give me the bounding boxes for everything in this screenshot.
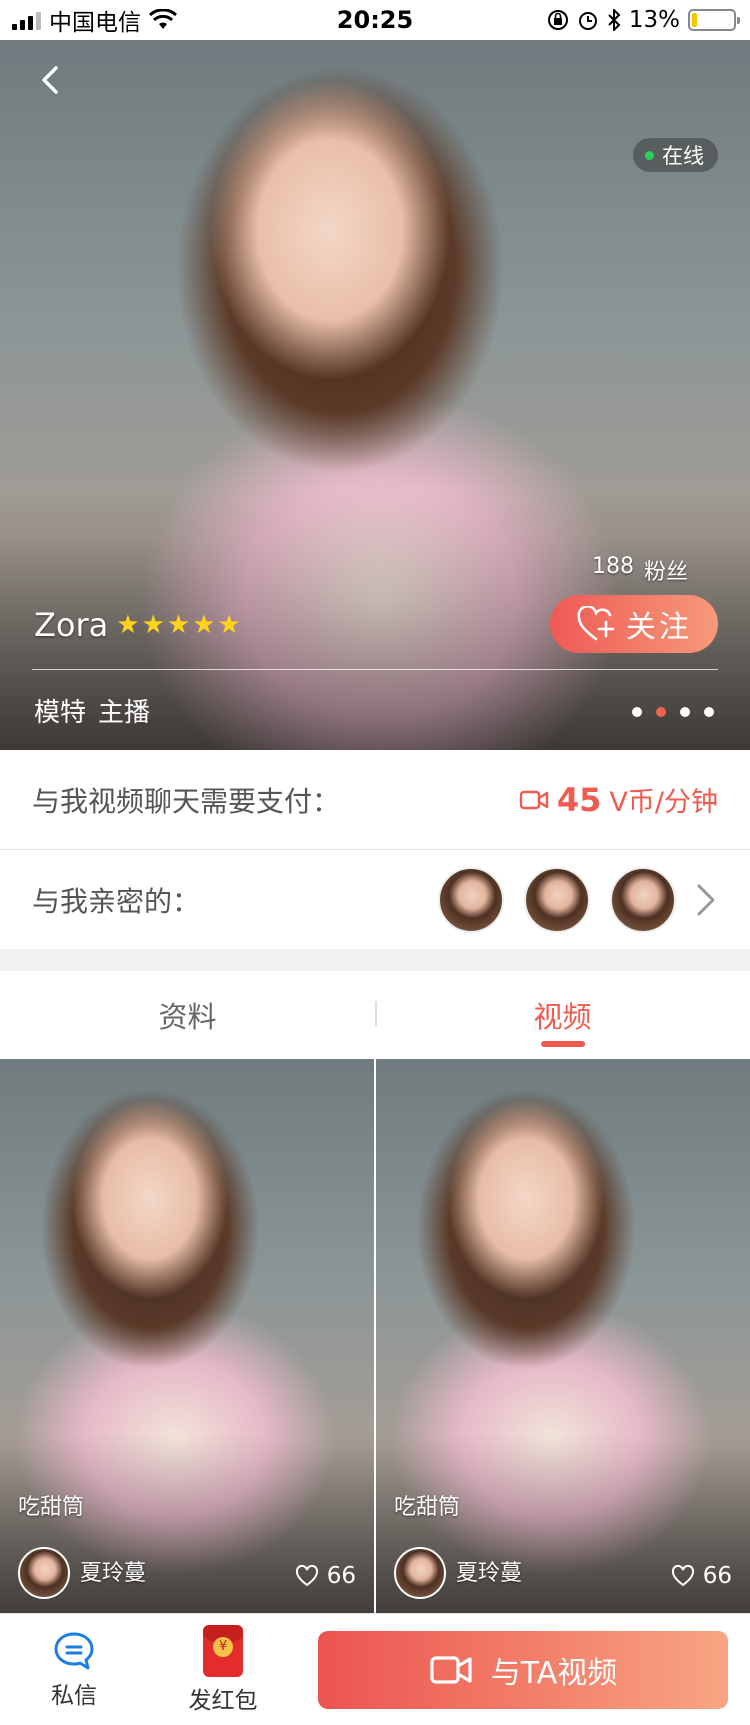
- signal-icon: [12, 10, 41, 30]
- bottom-action-bar: 私信 ¥ 发红包 与TA视频: [0, 1613, 750, 1725]
- tag-model: 模特: [34, 698, 87, 728]
- video-title: 吃甜筒: [394, 1495, 461, 1520]
- fans-number: 188: [591, 554, 634, 579]
- battery-icon: [688, 9, 740, 31]
- video-likes[interactable]: 66: [295, 1563, 356, 1589]
- online-dot-icon: [645, 150, 654, 160]
- section-divider: [0, 949, 750, 971]
- orientation-lock-icon: [547, 10, 568, 30]
- profile-hero-photo[interactable]: 在线 188 粉丝 关注 Zora ★ ★ ★ ★ ★ 模特 主播: [0, 40, 750, 750]
- intimate-avatar[interactable]: [524, 867, 590, 933]
- intimate-label: 与我亲密的：: [32, 885, 201, 918]
- follow-label: 关注: [626, 610, 692, 645]
- bluetooth-icon: [608, 9, 621, 31]
- video-author-avatar[interactable]: [394, 1547, 446, 1599]
- video-author-avatar[interactable]: [18, 1547, 70, 1599]
- video-call-button[interactable]: 与TA视频: [318, 1630, 728, 1709]
- carousel-dot[interactable]: [680, 707, 690, 717]
- fans-count: 188 粉丝: [592, 554, 688, 586]
- battery-percent: 13%: [628, 7, 680, 33]
- price-amount: 45: [556, 780, 602, 819]
- carousel-dot[interactable]: [632, 707, 642, 717]
- hero-divider: [32, 669, 718, 670]
- tab-profile-info[interactable]: 资料: [0, 971, 375, 1059]
- battery-level: [692, 13, 698, 27]
- coin-icon: ¥: [213, 1636, 233, 1657]
- star-icon: ★: [116, 610, 140, 640]
- price-value: 45 V币/分钟: [519, 780, 718, 819]
- intimate-friends-row[interactable]: 与我亲密的：: [0, 851, 750, 949]
- star-icon: ★: [217, 610, 241, 640]
- intimate-avatar[interactable]: [610, 867, 676, 933]
- intimate-avatar[interactable]: [438, 867, 504, 933]
- video-camera-icon: [519, 790, 549, 809]
- carrier-label: 中国电信: [49, 10, 141, 36]
- video-camera-icon: [430, 1655, 472, 1684]
- message-button[interactable]: 私信: [0, 1614, 148, 1725]
- video-author-name: 夏玲蔓: [80, 1561, 147, 1586]
- profile-tabs: 资料 视频: [0, 971, 750, 1059]
- video-likes[interactable]: 66: [671, 1563, 732, 1589]
- intimate-avatars: [438, 867, 676, 933]
- price-unit: V币/分钟: [609, 787, 718, 818]
- video-likes-count: 66: [326, 1563, 356, 1589]
- profile-name: Zora: [34, 606, 109, 644]
- heart-plus-icon: [577, 606, 615, 641]
- video-call-label: 与TA视频: [490, 1655, 618, 1691]
- status-bar: 中国电信 20:25 13%: [0, 0, 750, 40]
- fans-label: 粉丝: [643, 560, 688, 585]
- status-left: 中国电信: [12, 3, 177, 37]
- tab-separator: [375, 1001, 377, 1027]
- red-packet-label: 发红包: [188, 1687, 258, 1714]
- online-status-badge: 在线: [633, 138, 718, 172]
- carousel-indicator[interactable]: [632, 707, 714, 717]
- profile-name-row: Zora ★ ★ ★ ★ ★: [34, 606, 241, 644]
- red-packet-button[interactable]: ¥ 发红包: [148, 1614, 298, 1725]
- status-right: 13%: [547, 7, 740, 33]
- heart-icon: [295, 1565, 318, 1587]
- online-status-label: 在线: [662, 144, 704, 168]
- video-grid: 吃甜筒 夏玲蔓 66 吃甜筒 夏玲蔓 66: [0, 1059, 750, 1613]
- star-icon: ★: [141, 610, 165, 640]
- wifi-icon: [149, 9, 177, 29]
- video-author-name: 夏玲蔓: [456, 1561, 523, 1586]
- alarm-icon: [578, 12, 597, 30]
- video-card[interactable]: 吃甜筒 夏玲蔓 66: [376, 1059, 750, 1613]
- chat-bubble-icon: [54, 1632, 94, 1669]
- video-title: 吃甜筒: [18, 1495, 85, 1520]
- star-rating: ★ ★ ★ ★ ★: [116, 612, 241, 638]
- heart-icon: [671, 1565, 694, 1587]
- follow-button[interactable]: 关注: [550, 595, 718, 653]
- video-likes-count: 66: [702, 1563, 732, 1589]
- video-chat-price-row: 与我视频聊天需要支付： 45 V币/分钟: [0, 750, 750, 850]
- message-label: 私信: [51, 1682, 97, 1709]
- star-icon: ★: [192, 610, 216, 640]
- profile-tags: 模特 主播: [34, 692, 150, 729]
- red-packet-icon: ¥: [203, 1624, 243, 1677]
- tag-streamer: 主播: [98, 698, 151, 728]
- star-icon: ★: [166, 610, 191, 640]
- carousel-dot[interactable]: [704, 707, 714, 717]
- chevron-right-icon[interactable]: [694, 880, 718, 920]
- back-button[interactable]: [30, 60, 70, 100]
- tab-videos[interactable]: 视频: [375, 971, 750, 1059]
- carousel-dot[interactable]: [656, 707, 666, 717]
- video-card[interactable]: 吃甜筒 夏玲蔓 66: [0, 1059, 374, 1613]
- price-label: 与我视频聊天需要支付：: [32, 784, 341, 818]
